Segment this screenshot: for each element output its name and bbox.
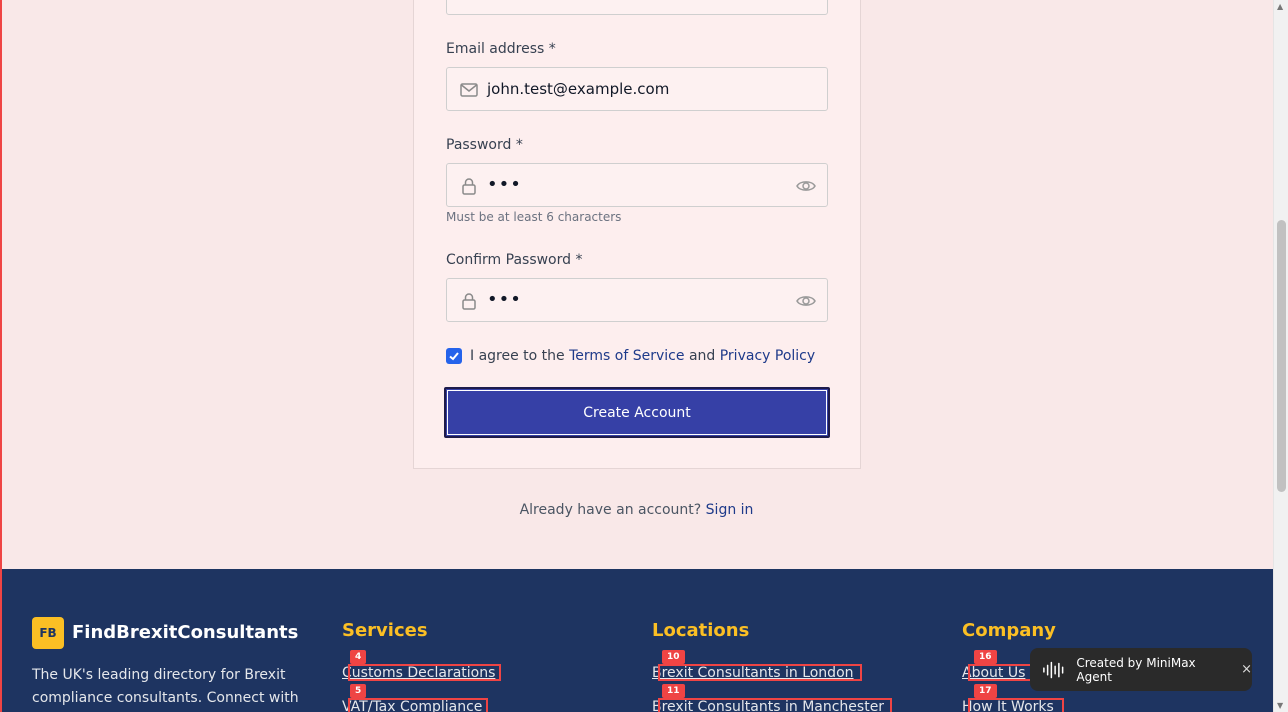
email-label: Email address * xyxy=(446,41,556,57)
email-value: john.test@example.com xyxy=(487,80,670,98)
waveform-icon xyxy=(1043,661,1064,678)
footer-link-about[interactable]: About Us xyxy=(962,664,1034,681)
password-label: Password * xyxy=(446,137,523,153)
annotation-box xyxy=(968,664,1034,681)
page-scrollbar[interactable]: ▲ ▼ xyxy=(1273,0,1288,712)
scroll-up-icon[interactable]: ▲ xyxy=(1277,2,1283,11)
footer-link-how-it-works[interactable]: How It Works xyxy=(962,698,1064,712)
footer-link-manchester[interactable]: Brexit Consultants in Manchester xyxy=(652,698,892,712)
eye-icon[interactable] xyxy=(795,176,817,196)
annotation-tag: 17 xyxy=(974,684,997,698)
minimax-toast: Created by MiniMax Agent × xyxy=(1030,648,1252,691)
confirm-password-value: ••• xyxy=(487,289,522,310)
signin-link[interactable]: Sign in xyxy=(706,502,754,518)
agree-prefix: I agree to the xyxy=(470,348,565,364)
password-input[interactable]: ••• xyxy=(446,163,828,207)
create-account-button[interactable]: Create Account xyxy=(444,387,830,438)
annotation-box xyxy=(658,698,892,712)
agree-and: and xyxy=(688,348,716,364)
locations-heading: Locations xyxy=(652,620,750,641)
lock-icon xyxy=(462,178,476,195)
services-heading: Services xyxy=(342,620,428,641)
footer-link-london[interactable]: Brexit Consultants in London xyxy=(652,664,862,681)
footer-link-vat[interactable]: VAT/Tax Compliance xyxy=(342,698,488,712)
terms-checkbox[interactable] xyxy=(446,348,462,364)
company-heading: Company xyxy=(962,620,1056,641)
toast-text: Created by MiniMax Agent xyxy=(1076,655,1196,684)
scroll-down-icon[interactable]: ▼ xyxy=(1277,701,1283,710)
brand-logo[interactable]: FB xyxy=(32,617,64,649)
annotation-tag: 5 xyxy=(350,684,367,698)
signin-prompt-text: Already have an account? xyxy=(519,502,702,518)
lock-icon xyxy=(462,293,476,310)
password-hint: Must be at least 6 characters xyxy=(446,210,622,224)
signin-prompt: Already have an account? Sign in xyxy=(0,502,1273,518)
annotation-tag: 16 xyxy=(974,650,997,664)
annotation-box xyxy=(658,664,862,681)
brand-name[interactable]: FindBrexitConsultants xyxy=(72,622,298,643)
close-icon[interactable]: × xyxy=(1241,662,1252,677)
email-input[interactable]: john.test@example.com xyxy=(446,67,828,111)
annotation-box xyxy=(348,698,488,712)
terms-link[interactable]: Terms of Service xyxy=(569,348,684,364)
confirm-password-input[interactable]: ••• xyxy=(446,278,828,322)
eye-icon[interactable] xyxy=(795,291,817,311)
footer-link-customs[interactable]: Customs Declarations xyxy=(342,664,501,681)
privacy-link[interactable]: Privacy Policy xyxy=(720,348,815,364)
mail-icon xyxy=(460,83,478,97)
confirm-password-label: Confirm Password * xyxy=(446,252,583,268)
annotation-tag: 4 xyxy=(350,650,367,664)
annotation-tag: 10 xyxy=(662,650,685,664)
brand-description: The UK's leading directory for Brexit co… xyxy=(32,667,299,706)
annotation-box xyxy=(968,698,1064,712)
scrollbar-thumb[interactable] xyxy=(1277,220,1286,492)
annotation-tag: 11 xyxy=(662,684,685,698)
annotation-box xyxy=(348,664,501,681)
password-value: ••• xyxy=(487,174,522,195)
checkmark-icon xyxy=(449,352,459,361)
terms-agreement: I agree to the Terms of Service and Priv… xyxy=(446,347,815,365)
phone-input-partial[interactable] xyxy=(446,0,828,15)
